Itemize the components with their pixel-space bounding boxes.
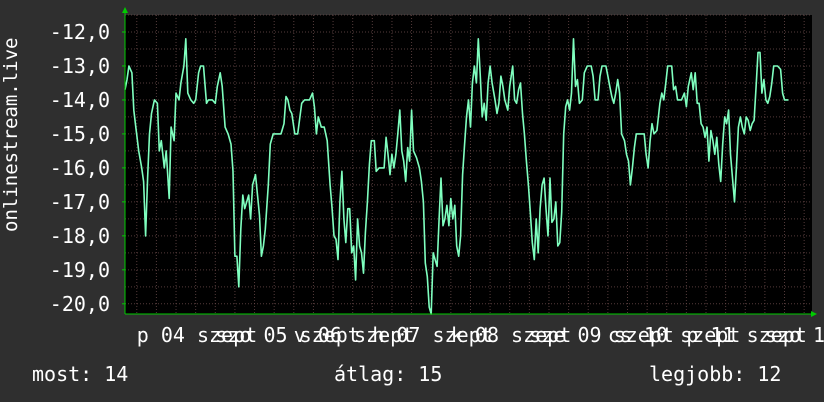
y-tick-label: -15,0 <box>50 122 110 146</box>
plot-area <box>125 15 812 314</box>
y-tick-label: -12,0 <box>50 20 110 44</box>
stat-best: legjobb: 12 <box>649 362 782 386</box>
stat-average: átlag: 15 <box>334 362 443 386</box>
y-tick-label: -19,0 <box>50 258 110 282</box>
x-tick-labels: p 04 szeptszo 05 szeptv 06 szepth 07 sze… <box>137 323 824 347</box>
x-tick-label: szo 12 szept <box>765 323 824 347</box>
y-tick-label: -18,0 <box>50 224 110 248</box>
y-tick-label: -14,0 <box>50 88 110 112</box>
y-tick-label: -13,0 <box>50 54 110 78</box>
stat-current: most: 14 <box>32 362 129 386</box>
y-tick-label: -20,0 <box>50 292 110 316</box>
y-tick-labels: -12,0 -13,0 -14,0 -15,0 -16,0 -17,0 -18,0 -19,0… <box>50 20 125 316</box>
y-axis-label: onlinestream.live <box>0 37 22 232</box>
y-tick-label: -17,0 <box>50 190 110 214</box>
y-tick-label: -16,0 <box>50 156 110 180</box>
x-axis-arrow-icon <box>811 311 817 317</box>
y-axis-arrow-icon <box>122 7 128 13</box>
temperature-line-chart: -12,0 -13,0 -14,0 -15,0 -16,0 -17,0 -18,0 -19,0… <box>50 7 824 347</box>
